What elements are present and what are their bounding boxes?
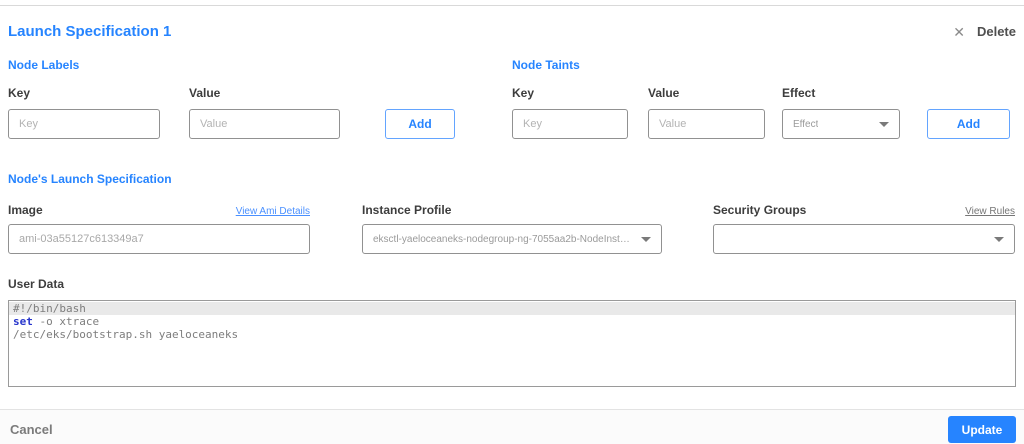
code-line: /etc/eks/bootstrap.sh yaeloceaneks <box>13 328 239 341</box>
instance-profile-value: eksctl-yaeloceaneks-nodegroup-ng-7055aa2… <box>373 233 633 245</box>
instance-profile-field: Instance Profile eksctl-yaeloceaneks-nod… <box>362 203 662 254</box>
labels-taints-row: Node Labels Key Value Add Node Taints Ke… <box>8 58 1024 139</box>
user-data-editor[interactable]: #!/bin/bash set -o xtrace /etc/eks/boots… <box>8 300 1016 387</box>
node-labels-section: Node Labels Key Value Add <box>8 58 455 139</box>
code-text: -o xtrace <box>32 315 100 328</box>
security-groups-select[interactable] <box>713 224 1015 254</box>
code-line: set -o xtrace <box>9 315 1015 328</box>
node-labels-key-label: Key <box>8 86 31 100</box>
view-rules-link[interactable]: View Rules <box>965 206 1015 217</box>
image-field: Image View Ami Details <box>8 203 310 254</box>
launch-spec-section: Node's Launch Specification Image View A… <box>8 172 1024 254</box>
code-line: #!/bin/bash <box>9 302 1015 315</box>
launch-spec-heading: Node's Launch Specification <box>8 172 172 186</box>
launch-spec-editor: Launch Specification 1 ✕ Delete Node Lab… <box>0 5 1024 444</box>
user-data-section: User Data #!/bin/bash set -o xtrace /etc… <box>8 275 1024 387</box>
user-data-label: User Data <box>8 277 65 291</box>
view-ami-details-link[interactable]: View Ami Details <box>236 206 310 217</box>
node-labels-key-input[interactable] <box>8 109 160 139</box>
node-taints-key-label: Key <box>512 86 535 100</box>
node-taints-add-button[interactable]: Add <box>927 109 1010 139</box>
instance-profile-select[interactable]: eksctl-yaeloceaneks-nodegroup-ng-7055aa2… <box>362 224 662 254</box>
chevron-down-icon <box>994 236 1004 242</box>
node-labels-value-input[interactable] <box>189 109 340 139</box>
effect-placeholder: Effect <box>793 118 819 130</box>
node-labels-value-label: Value <box>189 86 221 100</box>
page-title: Launch Specification 1 <box>8 23 172 40</box>
node-taints-value-label: Value <box>648 86 680 100</box>
image-label: Image <box>8 203 43 217</box>
node-taints-section: Node Taints Key Value Effect Effect <box>512 58 1010 139</box>
delete-label: Delete <box>976 24 1016 39</box>
security-groups-field: Security Groups View Rules <box>713 203 1015 254</box>
code-keyword: set <box>13 315 33 328</box>
update-button[interactable]: Update <box>948 416 1016 443</box>
node-taints-key-input[interactable] <box>512 109 628 139</box>
node-taints-value-input[interactable] <box>648 109 765 139</box>
node-labels-add-button[interactable]: Add <box>385 109 455 139</box>
node-taints-effect-label: Effect <box>782 86 816 100</box>
header: Launch Specification 1 ✕ Delete <box>8 23 1016 40</box>
node-labels-heading: Node Labels <box>8 58 80 72</box>
top-divider <box>0 5 1024 6</box>
delete-button[interactable]: ✕ Delete <box>953 24 1016 39</box>
close-icon: ✕ <box>953 23 965 40</box>
security-groups-label: Security Groups <box>713 203 807 217</box>
chevron-down-icon <box>879 121 889 127</box>
footer-bar: Cancel Update <box>0 409 1024 444</box>
node-taints-heading: Node Taints <box>512 58 580 72</box>
chevron-down-icon <box>641 236 651 242</box>
cancel-button[interactable]: Cancel <box>10 422 53 437</box>
instance-profile-label: Instance Profile <box>362 203 452 217</box>
image-input[interactable] <box>8 224 310 254</box>
node-taints-effect-select[interactable]: Effect <box>782 109 900 139</box>
